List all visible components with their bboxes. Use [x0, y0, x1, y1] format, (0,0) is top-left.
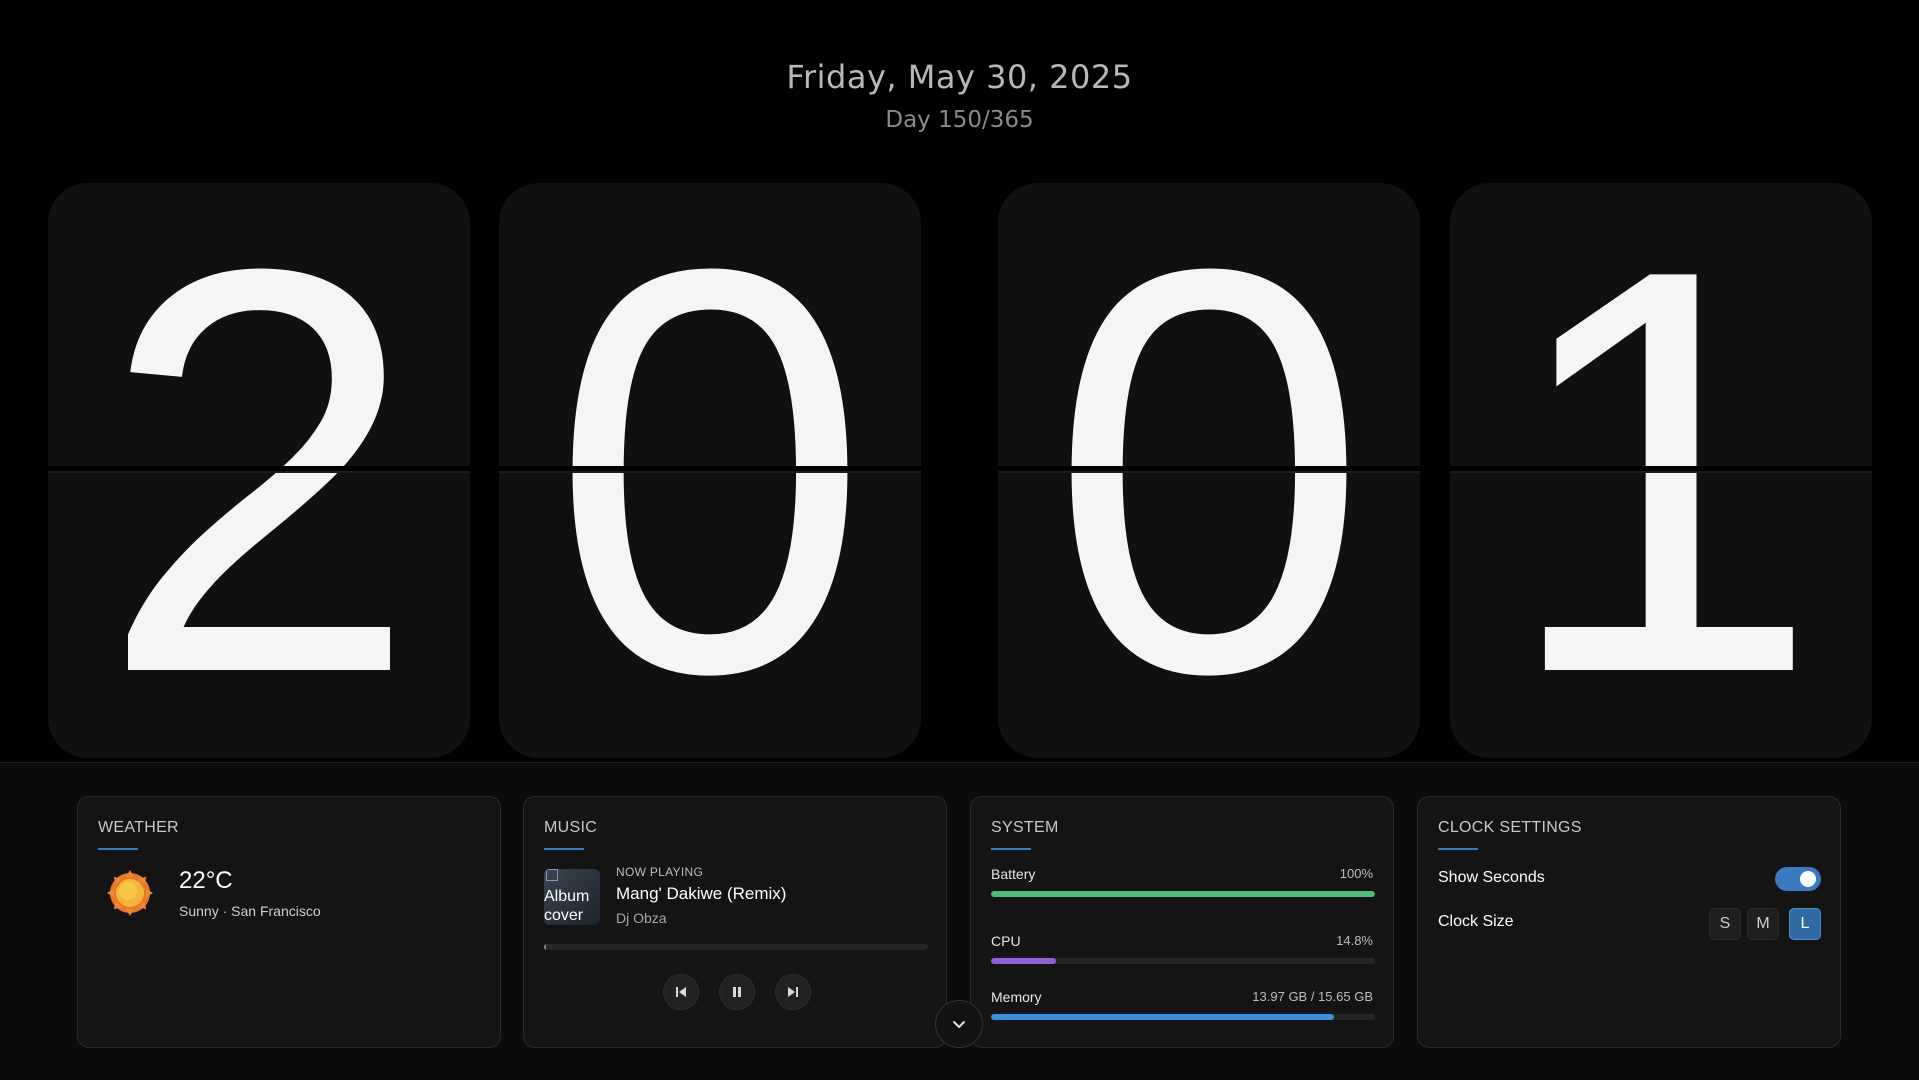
battery-bar: [991, 891, 1375, 897]
weather-widget: WEATHER 22°C Sunny · San Francisco: [77, 796, 501, 1048]
title-underline: [1438, 848, 1478, 850]
card-split-shade: [499, 471, 921, 473]
next-button[interactable]: [775, 974, 811, 1010]
title-underline: [544, 848, 584, 850]
clock-settings-widget: CLOCK SETTINGS Show Seconds Clock Size S…: [1417, 796, 1841, 1048]
sun-icon: [107, 870, 153, 916]
hour-ones-card: 0: [499, 183, 921, 758]
album-cover-alt: Album cover: [544, 888, 590, 924]
clock-settings-title: CLOCK SETTINGS: [1438, 819, 1582, 836]
cpu-value: 14.8%: [1336, 933, 1373, 948]
track-progress-fill: [544, 944, 546, 950]
date-header: Friday, May 30, 2025 Day 150/365: [0, 56, 1919, 136]
memory-label: Memory: [991, 989, 1042, 1005]
date-label: Friday, May 30, 2025: [786, 58, 1133, 96]
pause-icon: [733, 987, 741, 997]
toggle-knob: [1800, 871, 1816, 887]
size-large-button[interactable]: L: [1789, 908, 1821, 940]
show-seconds-label: Show Seconds: [1438, 869, 1545, 886]
hour-tens-card: 2: [48, 183, 470, 758]
next-icon: [788, 987, 798, 997]
day-of-year-label: Day 150/365: [885, 107, 1034, 133]
minute-tens-card: 0: [998, 183, 1420, 758]
title-underline: [991, 848, 1031, 850]
track-artist: Dj Obza: [616, 910, 667, 926]
music-widget: MUSIC Album cover NOW PLAYING Mang' Daki…: [523, 796, 947, 1048]
cpu-label: CPU: [991, 933, 1021, 949]
collapse-panel-button[interactable]: [935, 1000, 983, 1048]
widgets-panel: WEATHER 22°C Sunny · San Francisco MUSIC: [0, 762, 1919, 1080]
memory-value: 13.97 GB / 15.65 GB: [1252, 989, 1373, 1004]
previous-icon: [676, 987, 686, 997]
title-underline: [98, 848, 138, 850]
album-cover: Album cover: [544, 869, 600, 925]
battery-bar-fill: [991, 891, 1375, 897]
track-progress-bar[interactable]: [544, 944, 928, 950]
memory-bar: [991, 1014, 1375, 1020]
battery-label: Battery: [991, 866, 1036, 882]
pause-button[interactable]: [719, 974, 755, 1010]
weather-title: WEATHER: [98, 819, 179, 836]
size-small-button[interactable]: S: [1709, 908, 1741, 940]
size-medium-button[interactable]: M: [1747, 908, 1779, 940]
cpu-bar: [991, 958, 1375, 964]
temperature-value: 22°C: [179, 867, 233, 894]
broken-image-icon: [546, 869, 558, 881]
card-split-shade: [998, 471, 1420, 473]
show-seconds-toggle[interactable]: [1775, 867, 1821, 891]
minute-ones-card: 1: [1450, 183, 1872, 758]
track-title: Mang' Dakiwe (Remix): [616, 884, 787, 903]
system-title: SYSTEM: [991, 819, 1059, 836]
memory-bar-fill: [991, 1014, 1334, 1020]
battery-value: 100%: [1339, 866, 1373, 881]
previous-button[interactable]: [663, 974, 699, 1010]
cpu-bar-fill: [991, 958, 1057, 964]
card-split-shade: [1450, 471, 1872, 473]
clock-size-label: Clock Size: [1438, 913, 1514, 930]
weather-description: Sunny · San Francisco: [179, 903, 321, 919]
now-playing-label: NOW PLAYING: [616, 865, 704, 879]
system-widget: SYSTEM Battery 100% CPU 14.8% Memory 13.…: [970, 796, 1394, 1048]
flip-clock: 2 0 0 1: [48, 183, 1872, 758]
card-split-shade: [48, 471, 470, 473]
music-title: MUSIC: [544, 819, 598, 836]
chevron-down-icon: [953, 1021, 965, 1028]
